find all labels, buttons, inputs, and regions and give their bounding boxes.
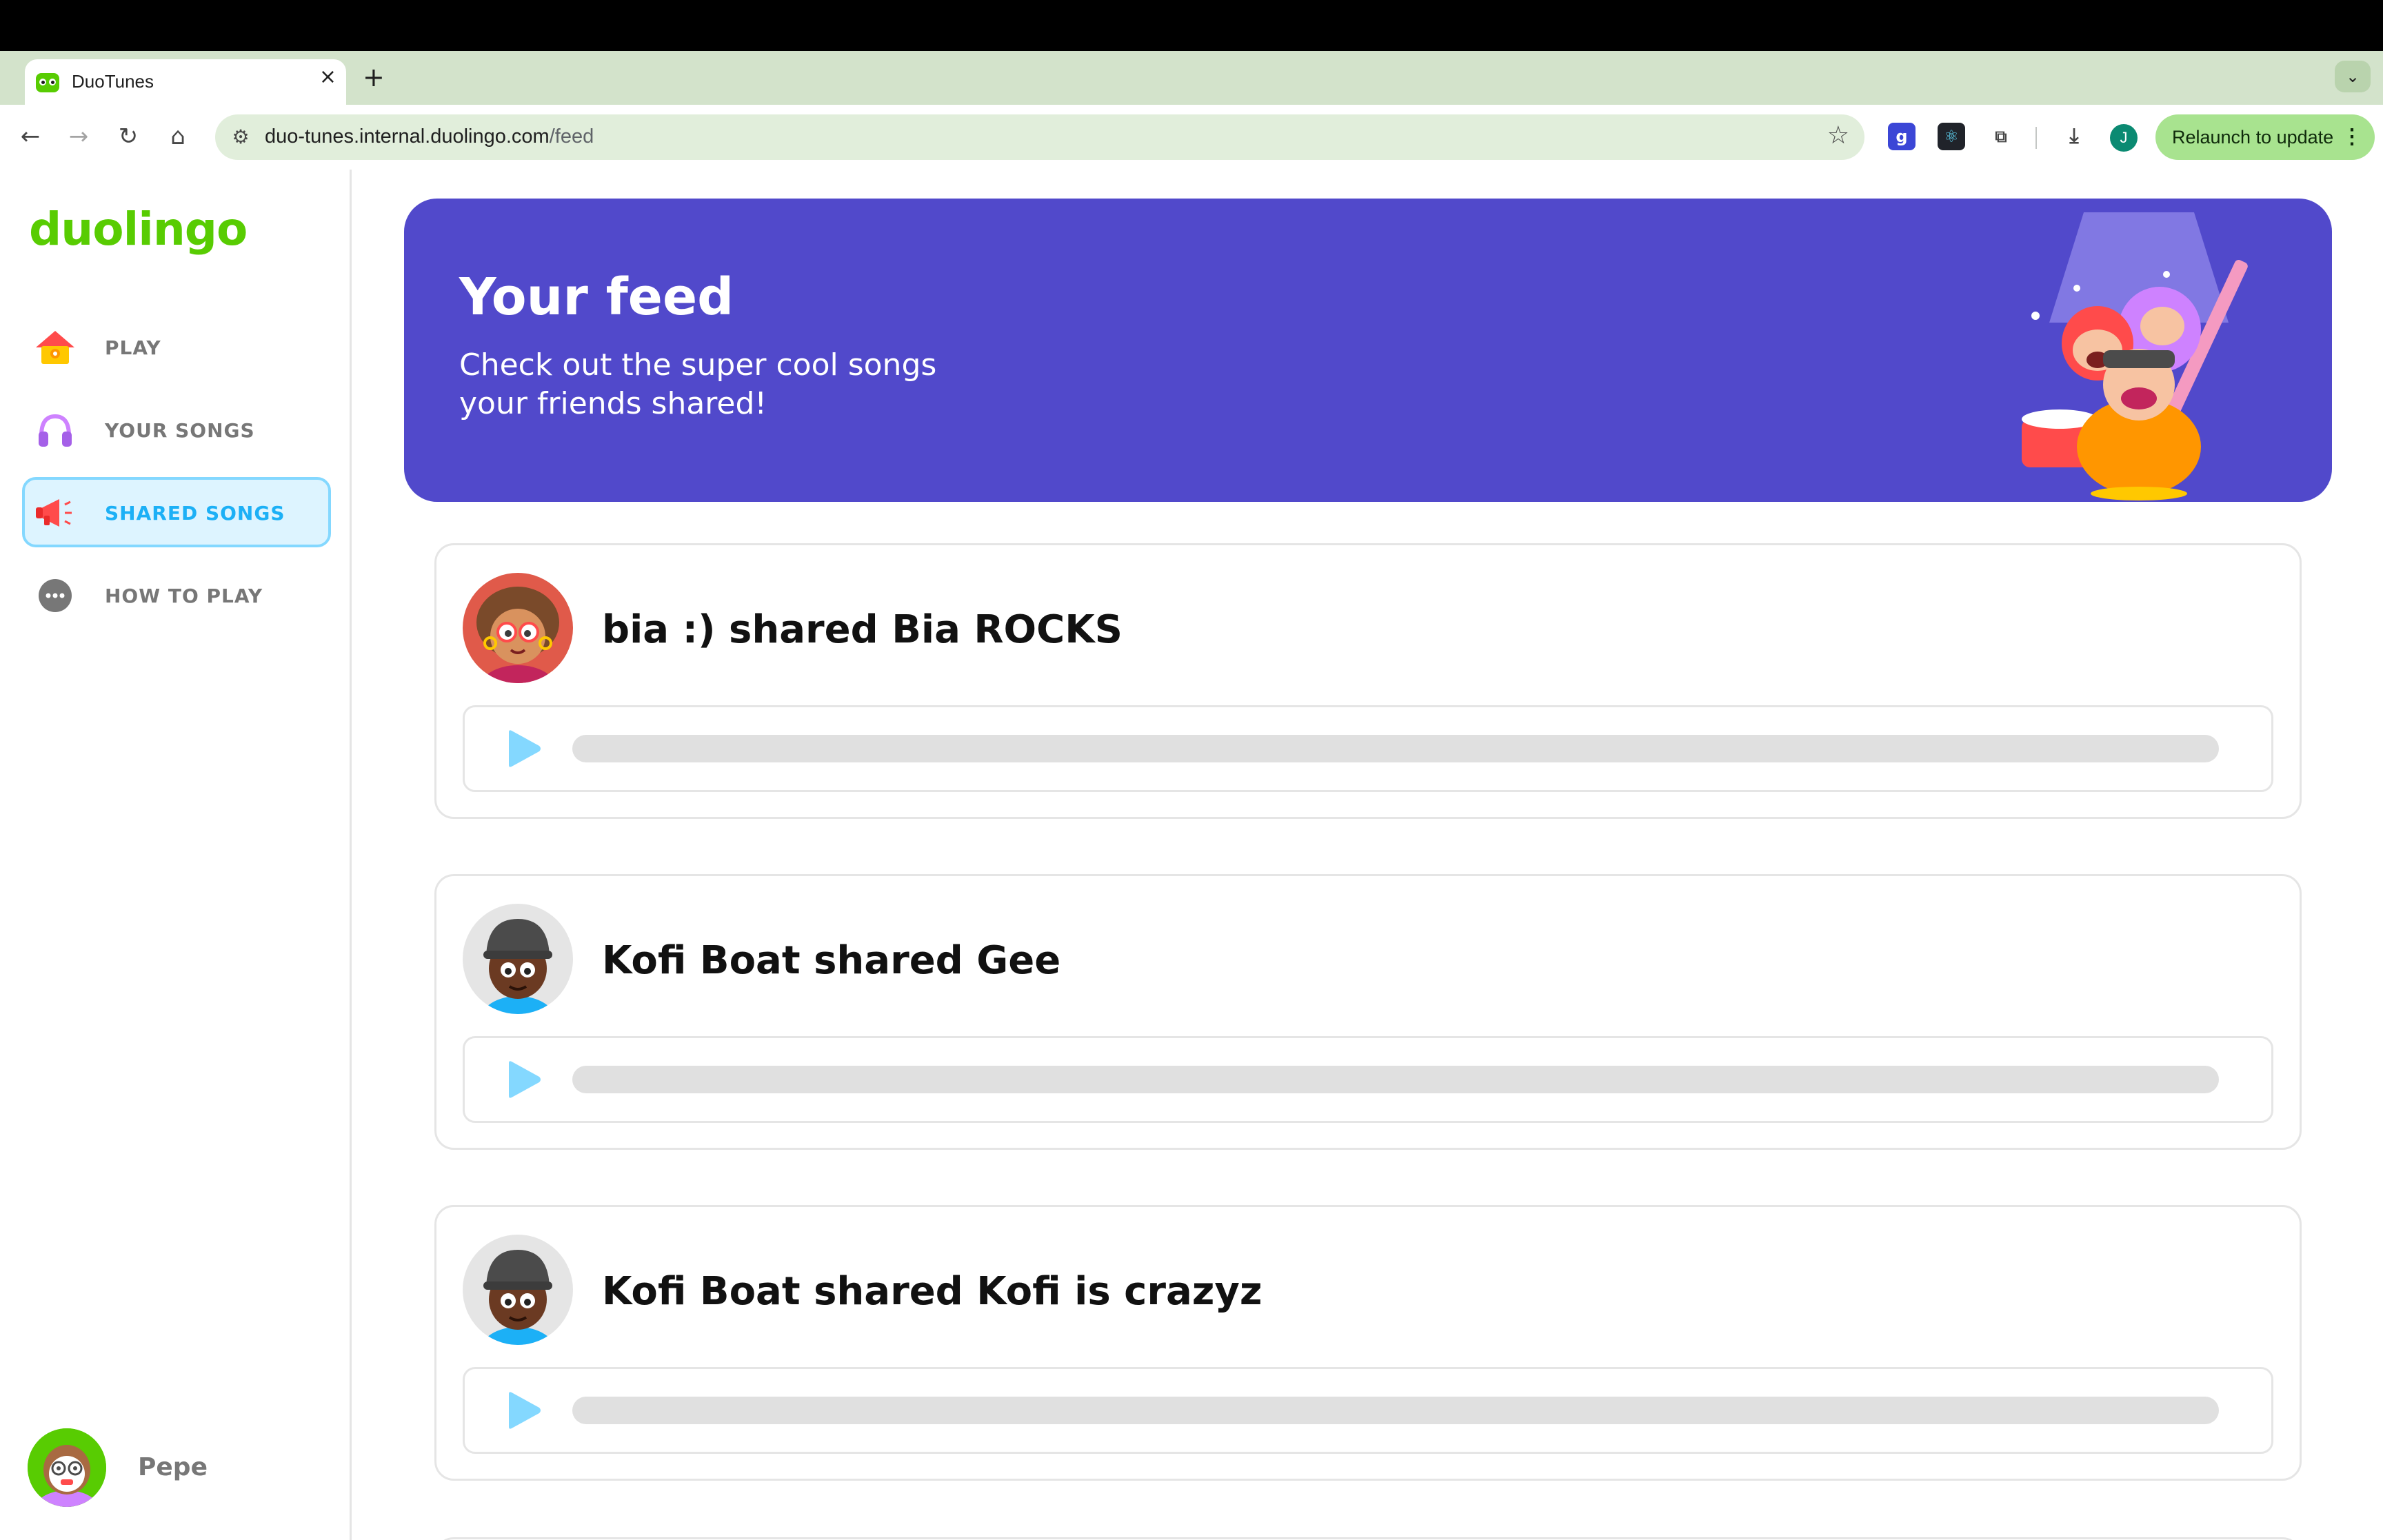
extensions-puzzle-icon[interactable]: ⧉ — [1987, 123, 2015, 150]
reload-icon[interactable]: ↻ — [110, 119, 146, 154]
relaunch-button[interactable]: Relaunch to update ⋮ — [2155, 114, 2375, 160]
avatar — [463, 904, 573, 1014]
bookmark-star-icon[interactable]: ☆ — [1827, 121, 1849, 150]
feed-card: bia :) shared Bia ROCKS — [434, 543, 2302, 819]
feed-card-title: Kofi Boat shared Gee — [602, 938, 1061, 983]
tab-strip: DuoTunes × + ⌄ — [0, 51, 2383, 105]
extension-g-icon[interactable]: g — [1888, 123, 1916, 150]
page-title: Your feed — [459, 267, 734, 327]
tab-duotunes[interactable]: DuoTunes × — [25, 59, 346, 105]
sidebar-item-label: SHARED SONGS — [105, 502, 285, 525]
sidebar-item-play[interactable]: PLAY — [22, 312, 331, 382]
toolbar-separator — [2035, 127, 2037, 149]
home-icon[interactable]: ⌂ — [160, 119, 196, 154]
user-name: Pepe — [138, 1453, 208, 1481]
os-top-bar — [0, 0, 2383, 51]
audio-progress-bar[interactable] — [572, 735, 2219, 762]
feed-card-partial — [434, 1537, 2302, 1540]
play-icon[interactable] — [502, 1059, 543, 1100]
user-profile[interactable]: Pepe — [28, 1428, 303, 1508]
url-path: /feed — [549, 125, 594, 148]
megaphone-icon — [36, 499, 72, 527]
react-devtools-icon[interactable]: ⚛ — [1938, 123, 1965, 150]
page-subtitle: Check out the super cool songs your frie… — [459, 347, 937, 421]
feed-card-title: bia :) shared Bia ROCKS — [602, 607, 1123, 652]
audio-player — [463, 1367, 2273, 1454]
feed-card: Kofi Boat shared Gee — [434, 874, 2302, 1150]
avatar — [28, 1428, 106, 1507]
sidebar-item-shared-songs[interactable]: SHARED SONGS — [22, 477, 331, 547]
sidebar: duolingo PLAY YOUR SONGS SHARED SONGS HO… — [0, 170, 352, 1540]
house-icon — [36, 331, 74, 364]
feed-card-title: Kofi Boat shared Kofi is crazyz — [602, 1269, 1263, 1314]
feed-card: Kofi Boat shared Kofi is crazyz — [434, 1205, 2302, 1481]
forward-icon[interactable]: → — [61, 119, 97, 154]
play-icon[interactable] — [502, 1390, 543, 1431]
browser-menu-icon[interactable]: ⋮ — [2342, 114, 2362, 160]
band-illustration — [2022, 212, 2248, 500]
sidebar-item-label: PLAY — [105, 336, 161, 359]
site-info-icon[interactable]: ⚙ — [225, 121, 257, 153]
address-bar[interactable]: ⚙ duo-tunes.internal.duolingo.com/feed ☆ — [215, 114, 1864, 160]
sidebar-item-label: HOW TO PLAY — [105, 585, 263, 607]
play-icon[interactable] — [502, 728, 543, 769]
profile-avatar[interactable]: J — [2110, 124, 2138, 152]
url-host: duo-tunes.internal.duolingo.com — [265, 125, 550, 148]
main-content: Your feed Check out the super cool songs… — [353, 170, 2383, 1540]
page: duolingo PLAY YOUR SONGS SHARED SONGS HO… — [0, 170, 2383, 1540]
tab-close-icon[interactable]: × — [319, 65, 336, 89]
new-tab-icon[interactable]: + — [363, 62, 385, 92]
back-icon[interactable]: ← — [12, 119, 48, 154]
avatar — [463, 1235, 573, 1345]
audio-progress-bar[interactable] — [572, 1397, 2219, 1424]
audio-player — [463, 1036, 2273, 1123]
duolingo-favicon-icon — [36, 73, 59, 92]
download-icon[interactable]: ⤓ — [2060, 123, 2088, 150]
tab-title: DuoTunes — [72, 71, 154, 92]
audio-player — [463, 705, 2273, 792]
duolingo-logo[interactable]: duolingo — [29, 203, 248, 256]
sidebar-item-your-songs[interactable]: YOUR SONGS — [22, 394, 331, 465]
browser-toolbar: ← → ↻ ⌂ ⚙ duo-tunes.internal.duolingo.co… — [0, 105, 2383, 170]
headphones-icon — [39, 414, 72, 447]
sidebar-item-label: YOUR SONGS — [105, 419, 255, 442]
relaunch-label: Relaunch to update — [2172, 127, 2334, 148]
more-dots-icon — [39, 579, 72, 612]
tab-search-icon[interactable]: ⌄ — [2335, 61, 2371, 92]
audio-progress-bar[interactable] — [572, 1066, 2219, 1093]
avatar — [463, 573, 573, 683]
feed-banner: Your feed Check out the super cool songs… — [404, 199, 2332, 502]
url-text[interactable]: duo-tunes.internal.duolingo.com/feed — [265, 125, 594, 148]
sidebar-item-how-to-play[interactable]: HOW TO PLAY — [22, 560, 331, 630]
